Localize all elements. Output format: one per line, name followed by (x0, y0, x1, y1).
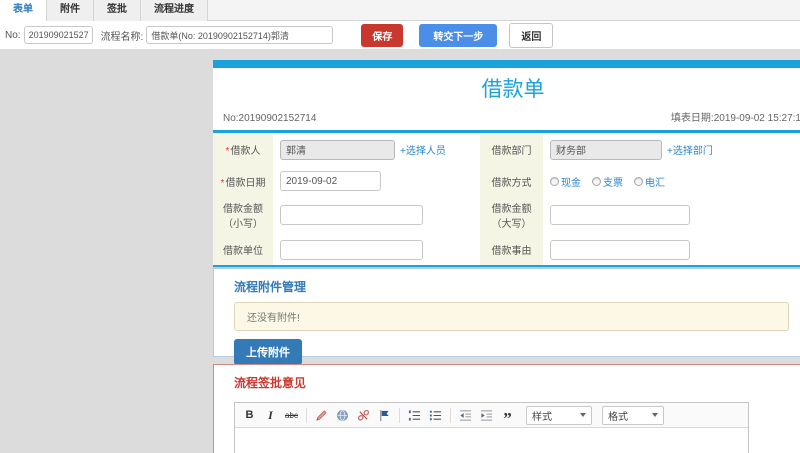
panel-top-bar (213, 60, 800, 68)
field-label-loan-date: *借款日期 (213, 166, 273, 196)
anchor-flag-icon[interactable] (376, 406, 393, 425)
unlink-icon[interactable] (355, 406, 372, 425)
link-icon[interactable] (334, 406, 351, 425)
loan-date-input[interactable] (280, 171, 381, 191)
process-name-input[interactable] (146, 26, 334, 44)
field-value-department: +选择部门 (543, 133, 800, 166)
field-label-loan-unit: 借款单位 (213, 234, 273, 265)
save-button[interactable]: 保存 (361, 23, 404, 47)
form-meta: No:20190902152714 填表日期:2019-09-02 15:27:… (213, 105, 800, 130)
outdent-icon[interactable] (457, 406, 474, 425)
toolbar-separator (399, 407, 400, 423)
field-label-borrower: *借款人 (213, 133, 273, 166)
toolbar-separator (306, 407, 307, 423)
action-toolbar: No: 流程名称: 保存 转交下一步 返回 (0, 21, 800, 50)
field-value-amount-lower (273, 196, 480, 234)
italic-icon[interactable]: I (262, 406, 279, 425)
field-label-department: 借款部门 (480, 133, 543, 166)
editor-toolbar: B I abc ” 样式 格式 (235, 403, 748, 428)
next-step-button[interactable]: 转交下一步 (419, 23, 498, 47)
bold-icon[interactable]: B (241, 406, 258, 425)
field-value-loan-unit (273, 234, 480, 265)
select-department-link[interactable]: +选择部门 (667, 142, 713, 157)
field-value-amount-upper (543, 196, 800, 234)
process-name-label: 流程名称: (100, 31, 144, 43)
no-input[interactable] (23, 26, 93, 44)
field-label-loan-reason: 借款事由 (480, 234, 543, 265)
form-date-text: 填表日期:2019-09-02 15:27:1 (670, 113, 800, 124)
ordered-list-icon[interactable] (406, 406, 423, 425)
editor-content[interactable] (235, 428, 748, 453)
borrower-input[interactable] (280, 139, 395, 160)
tab-progress[interactable]: 流程进度 (141, 0, 208, 21)
loan-reason-input[interactable] (550, 239, 690, 260)
radio-option-cash[interactable]: 现金 (550, 174, 581, 189)
required-mark: * (220, 177, 225, 189)
form-no-text: No:20190902152714 (223, 113, 317, 124)
indent-icon[interactable] (478, 406, 495, 425)
upload-attachment-button[interactable]: 上传附件 (234, 339, 302, 365)
field-value-loan-date (273, 166, 480, 196)
tab-form[interactable]: 表单 (0, 0, 47, 21)
page-title: 借款单 (481, 78, 545, 101)
attachment-panel: 流程附件管理 还没有附件! 上传附件 (213, 267, 800, 365)
strikethrough-icon[interactable]: abc (283, 406, 300, 425)
field-label-amount-upper: 借款金额（大写） (480, 196, 543, 234)
required-mark: * (225, 146, 230, 157)
radio-icon (592, 176, 601, 186)
amount-uppercase-input[interactable] (550, 205, 690, 225)
field-label-loan-method: 借款方式 (480, 166, 543, 196)
no-attachment-alert: 还没有附件! (234, 302, 789, 331)
department-input[interactable] (550, 139, 662, 160)
radio-icon (634, 176, 643, 186)
bulleted-list-icon[interactable] (427, 406, 444, 425)
attachment-section-title: 流程附件管理 (234, 280, 307, 294)
field-value-loan-reason (543, 234, 800, 265)
radio-option-cheque[interactable]: 支票 (592, 174, 623, 189)
field-value-borrower: +选择人员 (273, 133, 480, 166)
approval-panel: 流程签批意见 B I abc ” 样式 格式 (213, 364, 800, 453)
approval-section-title: 流程签批意见 (234, 376, 307, 390)
blockquote-icon[interactable]: ” (499, 406, 516, 427)
loan-form-panel: 借款单 No:20190902152714 填表日期:2019-09-02 15… (213, 60, 800, 268)
remove-format-icon[interactable] (313, 406, 330, 425)
back-button[interactable]: 返回 (509, 22, 554, 48)
caret-down-icon (580, 413, 586, 417)
radio-option-wire[interactable]: 电汇 (634, 174, 665, 189)
app-screen: 表单 附件 签批 流程进度 No: 流程名称: 保存 转交下一步 返回 借款单 … (0, 0, 800, 453)
loan-unit-input[interactable] (280, 239, 423, 260)
no-label: No: (5, 29, 21, 41)
amount-lowercase-input[interactable] (280, 205, 423, 225)
field-label-amount-lower: 借款金额（小写） (213, 196, 273, 234)
tab-attachment[interactable]: 附件 (47, 0, 94, 21)
field-value-loan-method: 现金 支票 电汇 (543, 166, 800, 196)
tab-bar: 表单 附件 签批 流程进度 (0, 0, 800, 21)
styles-select[interactable]: 样式 (526, 405, 592, 425)
caret-down-icon (652, 413, 658, 417)
select-person-link[interactable]: +选择人员 (400, 142, 446, 157)
form-grid: *借款人 +选择人员 借款部门 +选择部门 *借款日期 借款方式 现金 支票 (213, 133, 800, 265)
rich-text-editor: B I abc ” 样式 格式 (234, 402, 749, 453)
radio-icon (550, 176, 559, 186)
toolbar-separator (450, 407, 451, 423)
format-select[interactable]: 格式 (602, 405, 664, 425)
tab-approval[interactable]: 签批 (94, 0, 141, 21)
